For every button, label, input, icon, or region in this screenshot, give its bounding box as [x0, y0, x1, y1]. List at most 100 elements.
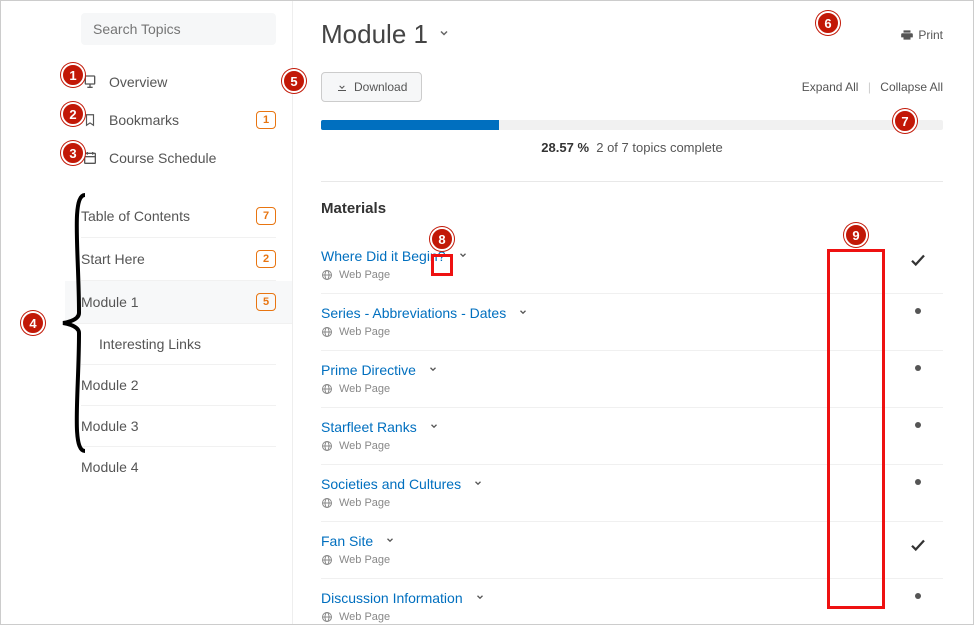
toc-interesting-links[interactable]: Interesting Links [81, 324, 276, 365]
material-expand[interactable] [428, 361, 438, 379]
annotation-8: 8 [430, 227, 454, 251]
toc-label: Module 2 [81, 377, 139, 393]
toc-start-here[interactable]: Start Here 2 [81, 238, 276, 281]
annotation-3: 3 [61, 141, 85, 165]
expand-collapse-links: Expand All | Collapse All [802, 80, 943, 94]
material-type: Web Page [339, 497, 390, 509]
material-expand[interactable] [518, 304, 528, 322]
material-link[interactable]: Discussion Information [321, 590, 463, 606]
download-label: Download [354, 80, 407, 94]
globe-icon [321, 611, 333, 623]
material-link[interactable]: Prime Directive [321, 362, 416, 378]
toc-module-3[interactable]: Module 3 [81, 406, 276, 447]
material-link[interactable]: Fan Site [321, 533, 373, 549]
sidebar-bookmarks-label: Bookmarks [109, 112, 179, 128]
annotation-4: 4 [21, 311, 45, 335]
print-icon [900, 28, 914, 42]
sidebar-bookmarks[interactable]: Bookmarks 1 [81, 101, 276, 139]
material-type: Web Page [339, 440, 390, 452]
globe-icon [321, 440, 333, 452]
material-link[interactable]: Societies and Cultures [321, 476, 461, 492]
material-expand[interactable] [475, 589, 485, 607]
annotation-1: 1 [61, 63, 85, 87]
incomplete-dot-icon [915, 479, 921, 485]
download-icon [336, 81, 348, 93]
toc-count-badge: 7 [256, 207, 276, 225]
materials-heading: Materials [321, 200, 943, 217]
completion-status[interactable] [893, 304, 943, 314]
globe-icon [321, 497, 333, 509]
title-dropdown[interactable] [438, 26, 450, 44]
progress-bar [321, 120, 943, 130]
material-expand[interactable] [473, 475, 483, 493]
sidebar-overview-label: Overview [109, 74, 167, 90]
toc-count-badge: 5 [256, 293, 276, 311]
completion-status[interactable] [893, 247, 943, 269]
sidebar-overview[interactable]: Overview [81, 63, 276, 101]
completion-status[interactable] [893, 532, 943, 554]
divider [321, 181, 943, 182]
chevron-down-icon [473, 478, 483, 488]
search-box[interactable] [81, 13, 276, 45]
progress-text: 28.57 % 2 of 7 topics complete [321, 140, 943, 155]
checkmark-icon [909, 536, 927, 554]
toc-label: Table of Contents [81, 208, 190, 224]
expand-all-link[interactable]: Expand All [802, 80, 859, 94]
search-input[interactable] [93, 21, 274, 37]
completion-status[interactable] [893, 589, 943, 599]
toolbar: Download Expand All | Collapse All [321, 72, 943, 102]
page-title: Module 1 [321, 19, 428, 50]
globe-icon [321, 269, 333, 281]
toc-module-4[interactable]: Module 4 [81, 447, 276, 487]
material-type: Web Page [339, 383, 390, 395]
toc-label: Module 1 [81, 294, 139, 310]
toc-table-of-contents[interactable]: Table of Contents 7 [81, 195, 276, 238]
bookmarks-count-badge: 1 [256, 111, 276, 129]
material-link[interactable]: Series - Abbreviations - Dates [321, 305, 506, 321]
toc-label: Start Here [81, 251, 145, 267]
sidebar-schedule[interactable]: Course Schedule [81, 139, 276, 177]
toc-label: Module 3 [81, 418, 139, 434]
chevron-down-icon [429, 421, 439, 431]
print-label: Print [918, 28, 943, 42]
material-expand[interactable] [458, 247, 468, 265]
progress-detail: 2 of 7 topics complete [596, 140, 722, 155]
material-link[interactable]: Starfleet Ranks [321, 419, 417, 435]
chevron-down-icon [518, 307, 528, 317]
materials-list: Where Did it Begin? Web Page Series - Abbr… [321, 237, 943, 624]
toc-label: Interesting Links [99, 336, 201, 352]
link-divider: | [868, 80, 871, 94]
annotation-6: 6 [816, 11, 840, 35]
material-type: Web Page [339, 554, 390, 566]
collapse-all-link[interactable]: Collapse All [880, 80, 943, 94]
chevron-down-icon [475, 592, 485, 602]
print-button[interactable]: Print [900, 28, 943, 42]
chevron-down-icon [428, 364, 438, 374]
material-item: Starfleet Ranks Web Page [321, 408, 943, 465]
incomplete-dot-icon [915, 308, 921, 314]
progress-section: 28.57 % 2 of 7 topics complete [321, 120, 943, 155]
material-type: Web Page [339, 269, 390, 281]
material-link[interactable]: Where Did it Begin? [321, 248, 446, 264]
toc-module-2[interactable]: Module 2 [81, 365, 276, 406]
annotation-brace [61, 193, 89, 453]
toc-module-1[interactable]: Module 1 5 [65, 281, 292, 324]
toc-count-badge: 2 [256, 250, 276, 268]
completion-status[interactable] [893, 418, 943, 428]
download-button[interactable]: Download [321, 72, 422, 102]
module-header: Module 1 Print [321, 19, 943, 50]
progress-percent: 28.57 % [541, 140, 589, 155]
sidebar: Overview Bookmarks 1 Course Schedule Tab… [1, 1, 293, 624]
material-expand[interactable] [429, 418, 439, 436]
main-content: Module 1 Print Download Expand All | Col… [293, 1, 973, 624]
chevron-down-icon [385, 535, 395, 545]
incomplete-dot-icon [915, 593, 921, 599]
completion-status[interactable] [893, 475, 943, 485]
checkmark-icon [909, 251, 927, 269]
material-item: Series - Abbreviations - DatesWeb Page [321, 294, 943, 351]
material-expand[interactable] [385, 532, 395, 550]
sidebar-schedule-label: Course Schedule [109, 150, 216, 166]
material-item: Fan Site Web Page [321, 522, 943, 579]
annotation-9: 9 [844, 223, 868, 247]
completion-status[interactable] [893, 361, 943, 371]
